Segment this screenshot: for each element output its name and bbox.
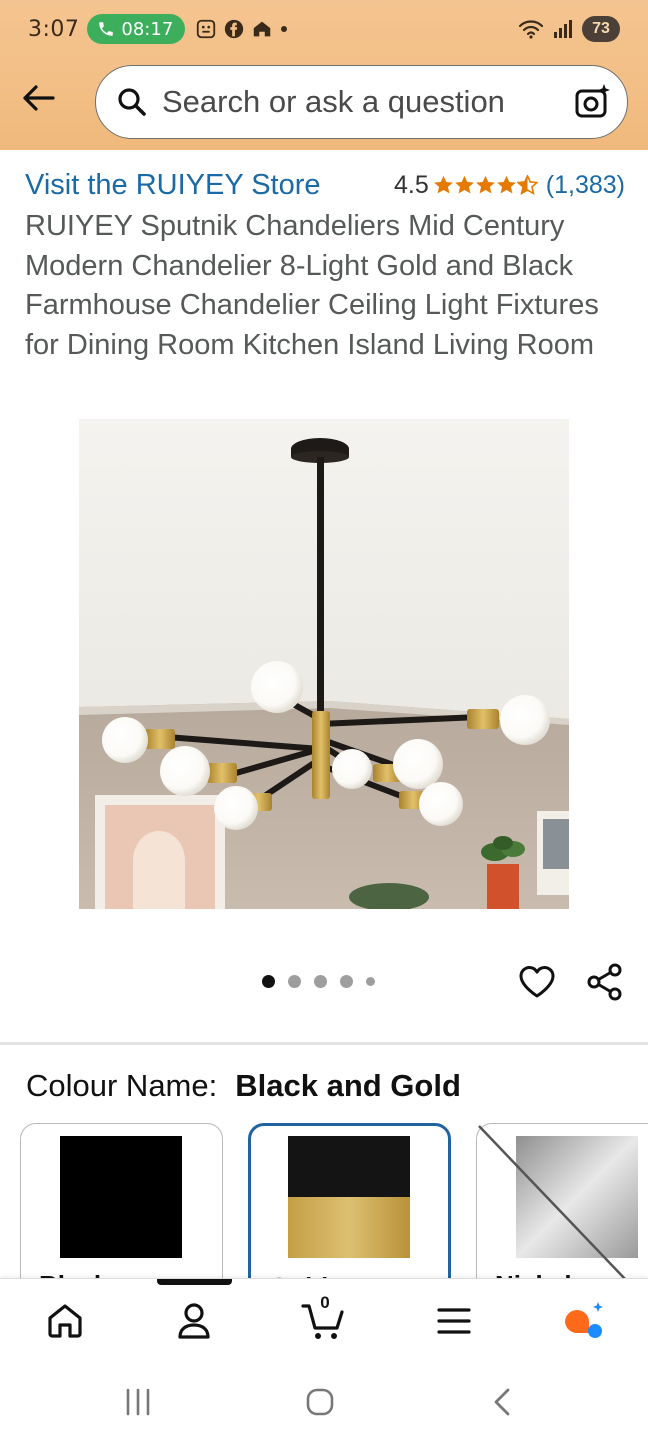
store-rating-row: Visit the RUIYEY Store 4.5 (1,383) bbox=[25, 166, 625, 204]
battery-indicator: 73 bbox=[582, 16, 620, 42]
star-rating bbox=[433, 175, 538, 195]
black-swatch-image bbox=[60, 1136, 182, 1258]
nav-menu[interactable] bbox=[430, 1297, 478, 1345]
ongoing-call-pill[interactable]: 08:17 bbox=[87, 14, 186, 44]
home-app-icon bbox=[254, 21, 271, 37]
search-bar[interactable]: Search or ask a question bbox=[95, 65, 628, 139]
star-icon bbox=[496, 175, 516, 194]
recent-apps-icon bbox=[126, 1388, 150, 1416]
home-button[interactable] bbox=[298, 1382, 342, 1422]
account-icon bbox=[178, 1303, 210, 1339]
carousel-dot[interactable] bbox=[288, 975, 301, 988]
star-icon bbox=[433, 175, 453, 194]
chandelier-photo bbox=[79, 419, 569, 909]
swatch-nickel[interactable]: Nickel bbox=[476, 1123, 648, 1283]
nav-home[interactable] bbox=[41, 1297, 89, 1345]
wifi-icon bbox=[518, 20, 544, 39]
nav-account[interactable] bbox=[170, 1297, 218, 1345]
visit-store-link[interactable]: Visit the RUIYEY Store bbox=[25, 169, 321, 202]
heart-icon bbox=[519, 966, 555, 998]
star-icon bbox=[475, 175, 495, 194]
colour-name-row: Colour Name: Black and Gold bbox=[26, 1068, 461, 1104]
recent-apps-button[interactable] bbox=[116, 1382, 160, 1422]
signal-icon bbox=[554, 20, 572, 38]
image-carousel-dots[interactable] bbox=[262, 975, 375, 988]
android-system-navigation bbox=[0, 1360, 648, 1440]
share-icon bbox=[587, 963, 622, 1001]
colour-swatches: Black Gold Nickel bbox=[20, 1123, 648, 1283]
menu-icon bbox=[437, 1308, 471, 1334]
rating-summary[interactable]: 4.5 (1,383) bbox=[394, 171, 625, 200]
chevron-left-icon bbox=[494, 1388, 510, 1416]
carousel-dot[interactable] bbox=[340, 975, 353, 988]
carousel-dot[interactable] bbox=[314, 975, 327, 988]
product-title: RUIYEY Sputnik Chandeliers Mid Century M… bbox=[25, 210, 599, 361]
nav-cart[interactable]: 0 bbox=[300, 1293, 348, 1345]
facebook-icon bbox=[225, 19, 244, 39]
home-icon bbox=[48, 1304, 82, 1338]
nav-rufus[interactable] bbox=[560, 1297, 608, 1345]
swatch-black[interactable]: Black bbox=[20, 1123, 223, 1283]
home-circle-icon bbox=[306, 1388, 334, 1416]
black-and-gold-swatch-image bbox=[288, 1136, 410, 1258]
selected-colour-value: Black and Gold bbox=[235, 1068, 461, 1103]
colour-label: Colour Name: bbox=[26, 1068, 218, 1103]
camera-search-button[interactable] bbox=[573, 82, 613, 122]
half-star-icon bbox=[516, 175, 538, 195]
search-input[interactable]: Search or ask a question bbox=[162, 84, 573, 120]
call-duration: 08:17 bbox=[121, 18, 174, 40]
search-icon bbox=[118, 88, 146, 116]
carousel-dot[interactable] bbox=[366, 977, 375, 986]
star-icon bbox=[454, 175, 474, 194]
top-header: 3:07 08:17 73 Search or ask a question bbox=[0, 0, 648, 150]
active-tab-indicator bbox=[157, 1279, 232, 1285]
rating-value: 4.5 bbox=[394, 170, 429, 199]
camera-sparkle-icon bbox=[575, 84, 610, 118]
system-status-icons: 73 bbox=[518, 16, 620, 42]
section-divider bbox=[0, 1042, 648, 1045]
add-to-wishlist-button[interactable] bbox=[516, 961, 558, 1003]
cart-count-badge: 0 bbox=[320, 1293, 330, 1312]
status-time: 3:07 bbox=[28, 16, 80, 42]
back-button[interactable] bbox=[18, 78, 58, 118]
share-button[interactable] bbox=[584, 961, 626, 1003]
notification-icons bbox=[195, 18, 289, 40]
carousel-dot-active[interactable] bbox=[262, 975, 275, 988]
system-back-button[interactable] bbox=[480, 1382, 524, 1422]
bottom-navigation: 0 bbox=[0, 1278, 648, 1360]
phone-icon bbox=[99, 22, 114, 36]
swatch-gold-selected[interactable]: Gold bbox=[248, 1123, 451, 1283]
unavailable-slash-icon bbox=[478, 1125, 631, 1283]
product-image[interactable] bbox=[79, 419, 569, 909]
back-arrow-icon bbox=[23, 85, 55, 111]
review-count-link[interactable]: (1,383) bbox=[546, 171, 625, 200]
more-notifications-dot-icon bbox=[281, 26, 288, 32]
screenshot-icon bbox=[197, 19, 216, 39]
rufus-ai-icon bbox=[565, 1302, 603, 1338]
status-bar: 3:07 08:17 73 bbox=[0, 0, 648, 58]
